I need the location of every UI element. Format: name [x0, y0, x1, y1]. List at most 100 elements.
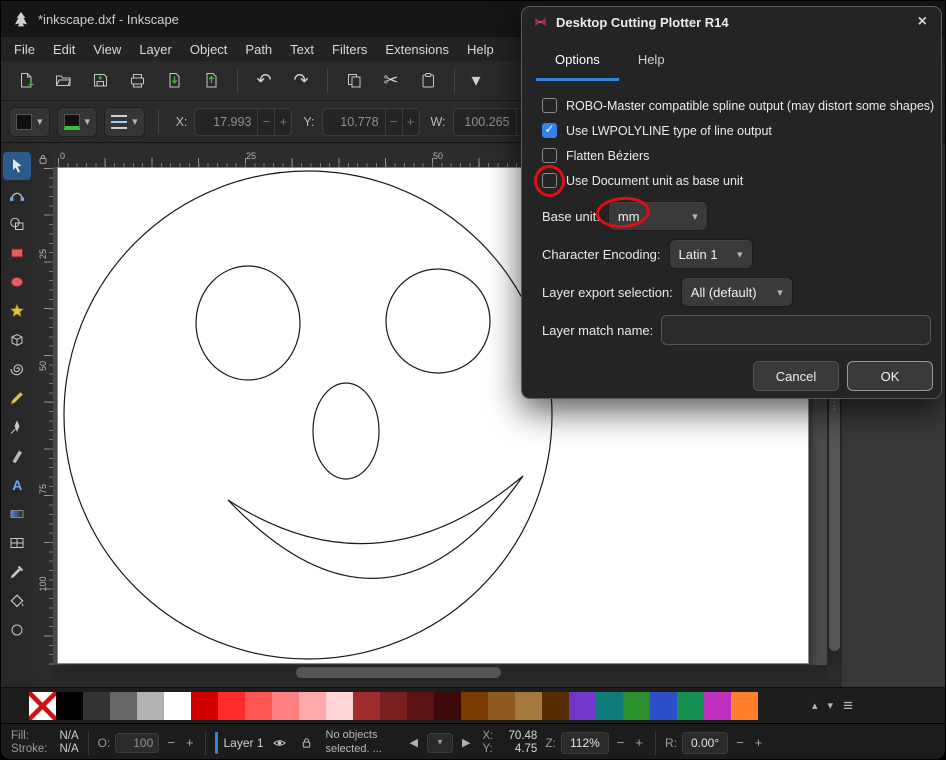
- robo-master-checkbox[interactable]: [542, 98, 557, 113]
- text-tool[interactable]: A: [3, 471, 31, 499]
- save-button[interactable]: [83, 65, 117, 97]
- no-color-swatch[interactable]: [29, 692, 56, 720]
- zoom-plus-button[interactable]: +: [632, 735, 646, 750]
- palette-swatch[interactable]: [542, 692, 569, 720]
- ok-button[interactable]: OK: [847, 361, 933, 391]
- fill-stroke-indicator[interactable]: Fill: N/A Stroke: N/A: [11, 730, 79, 755]
- menu-help[interactable]: Help: [458, 39, 503, 60]
- palette-scroll-up-icon[interactable]: ▴: [812, 699, 818, 712]
- undo-button[interactable]: ↶: [247, 65, 281, 97]
- rotation-minus-button[interactable]: −: [733, 735, 747, 750]
- paint-bucket-tool[interactable]: [3, 587, 31, 615]
- pencil-tool[interactable]: [3, 384, 31, 412]
- horizontal-scrollbar[interactable]: [53, 665, 827, 680]
- palette-swatch[interactable]: [56, 692, 83, 720]
- layer-visibility-eye-icon[interactable]: [269, 732, 291, 754]
- rectangle-tool[interactable]: [3, 239, 31, 267]
- gradient-tool[interactable]: [3, 500, 31, 528]
- menu-extensions[interactable]: Extensions: [376, 39, 458, 60]
- palette-swatch[interactable]: [488, 692, 515, 720]
- mesh-tool[interactable]: [3, 529, 31, 557]
- dropper-tool[interactable]: [3, 558, 31, 586]
- menu-edit[interactable]: Edit: [44, 39, 84, 60]
- calligraphy-tool[interactable]: [3, 442, 31, 470]
- layer-match-input[interactable]: [661, 315, 931, 345]
- stroke-style-dropdown[interactable]: ▾: [57, 107, 98, 137]
- y-minus-button[interactable]: −: [385, 109, 402, 135]
- print-button[interactable]: [120, 65, 154, 97]
- palette-menu-icon[interactable]: ≡: [843, 696, 853, 716]
- palette-swatch[interactable]: [731, 692, 758, 720]
- opacity-plus-button[interactable]: +: [183, 735, 197, 750]
- lwpolyline-checkbox[interactable]: [542, 123, 557, 138]
- palette-swatch[interactable]: [353, 692, 380, 720]
- prev-icon[interactable]: ◀: [406, 736, 422, 749]
- menu-filters[interactable]: Filters: [323, 39, 376, 60]
- shape-builder-tool[interactable]: [3, 210, 31, 238]
- palette-swatch[interactable]: [218, 692, 245, 720]
- palette-swatch[interactable]: [407, 692, 434, 720]
- palette-swatch[interactable]: [164, 692, 191, 720]
- spiral-tool[interactable]: [3, 355, 31, 383]
- y-plus-button[interactable]: +: [402, 109, 419, 135]
- layer-export-dropdown[interactable]: All (default) ▾: [681, 277, 793, 307]
- robo-master-option[interactable]: ROBO-Master compatible spline output (ma…: [542, 93, 941, 118]
- palette-swatch[interactable]: [434, 692, 461, 720]
- char-encoding-dropdown[interactable]: Latin 1 ▾: [669, 239, 753, 269]
- palette-swatch[interactable]: [137, 692, 164, 720]
- palette-swatch[interactable]: [326, 692, 353, 720]
- lwpolyline-option[interactable]: Use LWPOLYLINE type of line output: [542, 118, 941, 143]
- nav-dropdown[interactable]: ▾: [427, 733, 453, 753]
- flatten-beziers-checkbox[interactable]: [542, 148, 557, 163]
- toolbar-overflow-button[interactable]: ▾: [464, 65, 488, 97]
- import-button[interactable]: [157, 65, 191, 97]
- palette-scroll-down-icon[interactable]: ▾: [828, 699, 834, 712]
- tweak-tool[interactable]: [3, 616, 31, 644]
- menu-view[interactable]: View: [84, 39, 130, 60]
- guide-lock[interactable]: [33, 151, 53, 167]
- palette-swatch[interactable]: [569, 692, 596, 720]
- menu-layer[interactable]: Layer: [130, 39, 181, 60]
- tab-help[interactable]: Help: [619, 37, 684, 81]
- x-field[interactable]: 17.993 − +: [194, 108, 292, 136]
- zoom-field[interactable]: 112%: [561, 732, 609, 754]
- palette-swatch[interactable]: [650, 692, 677, 720]
- star-tool[interactable]: [3, 297, 31, 325]
- horizontal-scrollbar-thumb[interactable]: [296, 667, 501, 678]
- node-tool[interactable]: [3, 181, 31, 209]
- tab-options[interactable]: Options: [536, 37, 619, 81]
- document-unit-option[interactable]: Use Document unit as base unit: [542, 168, 941, 193]
- y-field[interactable]: 10.778 − +: [322, 108, 420, 136]
- palette-swatch[interactable]: [461, 692, 488, 720]
- menu-path[interactable]: Path: [236, 39, 281, 60]
- open-document-button[interactable]: [46, 65, 80, 97]
- opacity-minus-button[interactable]: −: [164, 735, 178, 750]
- palette-swatch[interactable]: [245, 692, 272, 720]
- export-button[interactable]: [194, 65, 228, 97]
- zoom-minus-button[interactable]: −: [614, 735, 628, 750]
- palette-swatch[interactable]: [677, 692, 704, 720]
- rotation-field[interactable]: 0.00°: [682, 732, 728, 754]
- fill-style-dropdown[interactable]: ▾: [9, 107, 50, 137]
- align-dropdown[interactable]: ▾: [104, 107, 145, 137]
- ellipse-tool[interactable]: [3, 268, 31, 296]
- box3d-tool[interactable]: [3, 326, 31, 354]
- layer-lock-icon[interactable]: [296, 732, 318, 754]
- palette-swatch[interactable]: [380, 692, 407, 720]
- vertical-ruler[interactable]: 25 50 75 100: [33, 167, 53, 665]
- cut-button[interactable]: ✂: [374, 65, 408, 97]
- paste-button[interactable]: [411, 65, 445, 97]
- palette-swatch[interactable]: [83, 692, 110, 720]
- select-tool[interactable]: [3, 152, 31, 180]
- copy-button[interactable]: [337, 65, 371, 97]
- palette-swatch[interactable]: [704, 692, 731, 720]
- x-minus-button[interactable]: −: [257, 109, 274, 135]
- menu-file[interactable]: File: [5, 39, 44, 60]
- opacity-field[interactable]: 100: [115, 733, 159, 753]
- palette-swatch[interactable]: [623, 692, 650, 720]
- palette-swatch[interactable]: [191, 692, 218, 720]
- cancel-button[interactable]: Cancel: [753, 361, 839, 391]
- menu-text[interactable]: Text: [281, 39, 323, 60]
- redo-button[interactable]: ↷: [284, 65, 318, 97]
- palette-swatch[interactable]: [272, 692, 299, 720]
